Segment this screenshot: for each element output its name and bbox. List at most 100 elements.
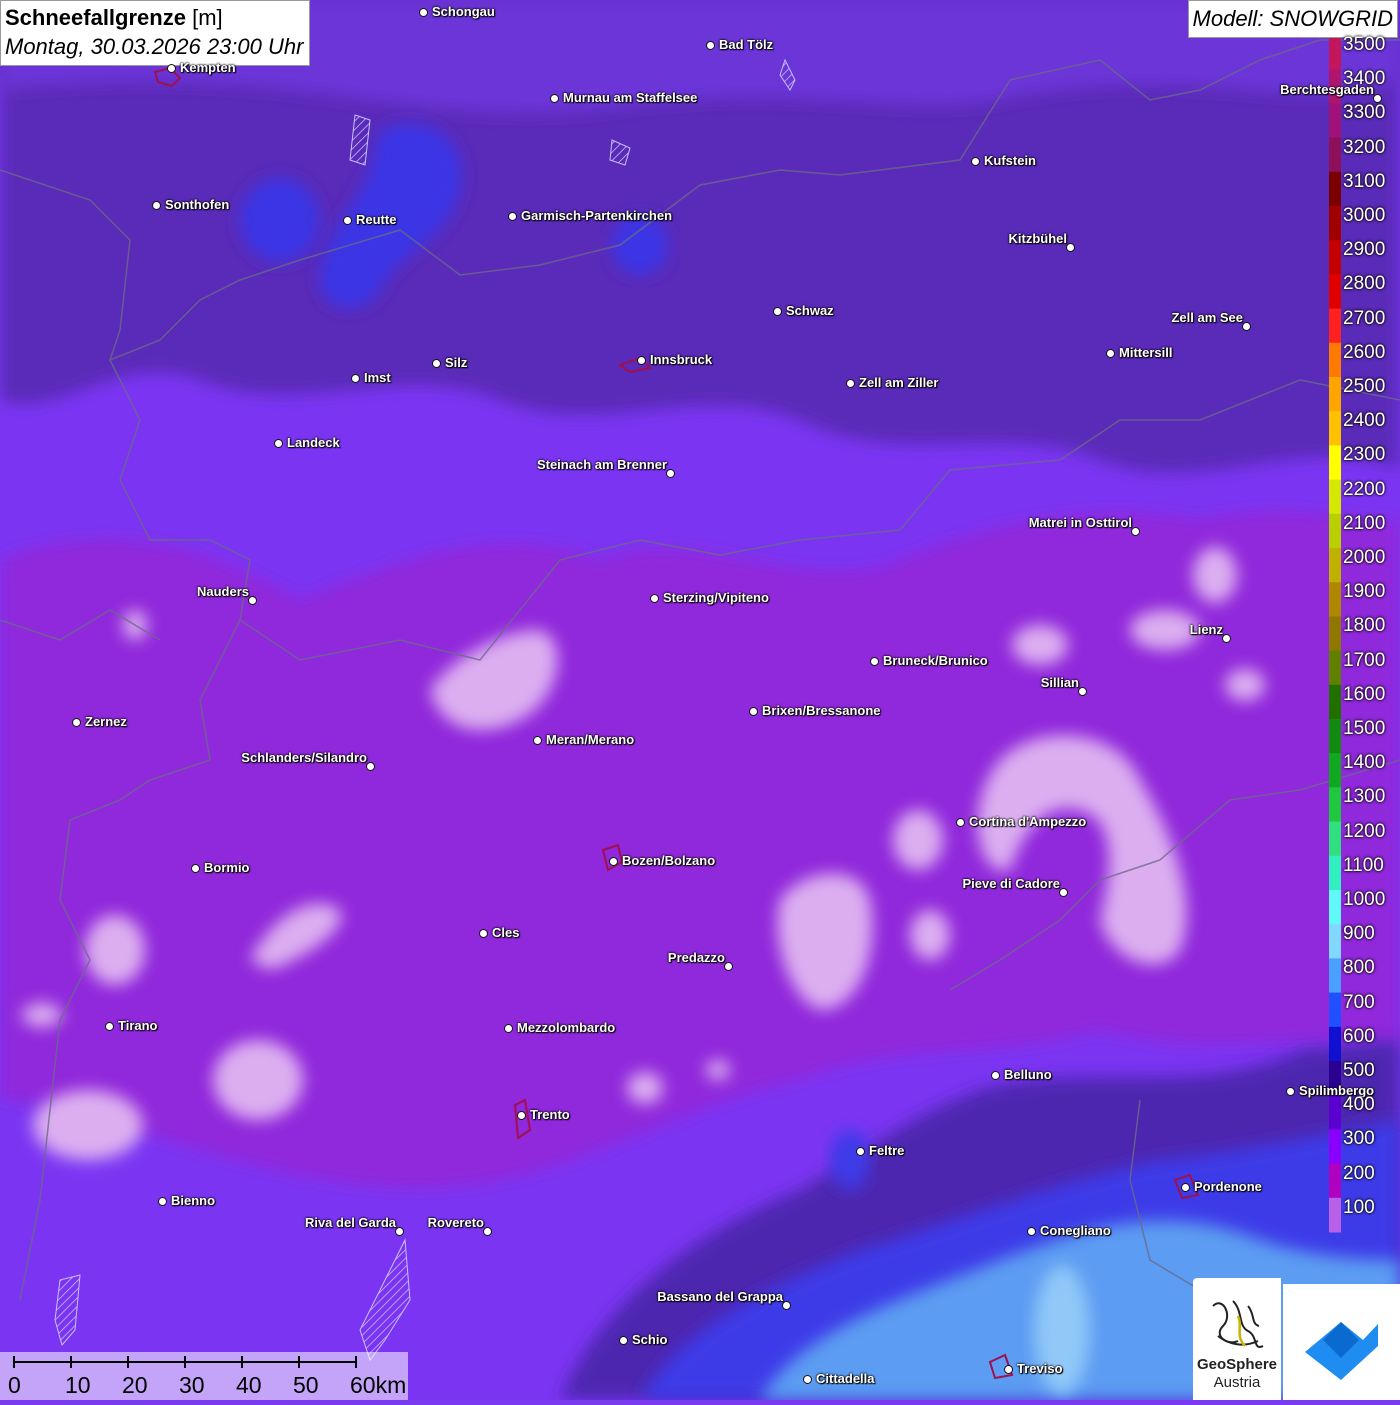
place-label: Reutte <box>356 212 397 227</box>
place-label: Zernez <box>85 714 127 729</box>
legend-swatch <box>1329 137 1341 173</box>
place-marker <box>504 1024 513 1033</box>
place-marker <box>1181 1183 1190 1192</box>
legend-swatch <box>1329 753 1341 788</box>
place-marker <box>483 1227 492 1236</box>
legend-label: 900 <box>1343 923 1375 945</box>
legend-label: 1200 <box>1343 820 1386 842</box>
place-label: Garmisch-Partenkirchen <box>521 208 673 223</box>
place-marker <box>803 1375 812 1384</box>
legend-label: 1300 <box>1343 786 1386 808</box>
place-label: Schongau <box>432 4 495 19</box>
legend-swatch <box>1329 377 1341 412</box>
legend-swatch <box>1329 274 1341 310</box>
legend-swatch <box>1329 855 1341 891</box>
place-label: Mezzolombardo <box>517 1020 616 1035</box>
legend-swatch <box>1329 1163 1341 1199</box>
place-label: Zell am Ziller <box>859 375 939 390</box>
scale-label: 60km <box>350 1372 407 1398</box>
legend-swatch <box>1329 1129 1341 1165</box>
place-marker <box>274 439 283 448</box>
place-marker <box>533 736 542 745</box>
legend-swatch <box>1329 650 1341 686</box>
legend-swatch <box>1329 240 1341 275</box>
place-label: Murnau am Staffelsee <box>563 90 698 105</box>
legend-swatch <box>1329 1197 1341 1233</box>
app-logo <box>1283 1284 1400 1400</box>
place-marker <box>167 64 176 73</box>
scale-label: 20 <box>122 1372 148 1398</box>
legend-label: 600 <box>1343 1025 1375 1047</box>
legend-swatch <box>1329 958 1341 994</box>
legend-swatch <box>1329 411 1341 446</box>
place-marker <box>508 212 517 221</box>
legend-label: 500 <box>1343 1060 1375 1081</box>
place-label: Silz <box>445 355 468 370</box>
legend-label: 2300 <box>1343 444 1386 466</box>
place-marker <box>991 1071 1000 1080</box>
place-marker <box>650 594 659 603</box>
place-marker <box>395 1227 404 1236</box>
place-marker <box>1078 687 1087 696</box>
legend-label: 100 <box>1343 1196 1375 1218</box>
place-label: Matrei in Osttirol <box>1028 515 1132 530</box>
place-label: Schwaz <box>786 303 834 318</box>
scale-label: 0 <box>8 1372 21 1398</box>
legend-swatch <box>1329 308 1341 344</box>
place-label: Trento <box>530 1107 570 1122</box>
place-marker <box>956 818 965 827</box>
place-label: Schlanders/Silandro <box>241 750 367 765</box>
place-marker <box>152 201 161 210</box>
legend-label: 3400 <box>1343 68 1386 90</box>
scale-bar: 0 10 20 30 40 50 60km <box>0 1352 408 1400</box>
legend-swatch <box>1329 342 1341 378</box>
place-marker <box>158 1197 167 1206</box>
place-marker <box>550 94 559 103</box>
legend-label: 2000 <box>1343 547 1386 568</box>
legend-swatch <box>1329 35 1341 70</box>
legend-label: 2900 <box>1343 239 1386 261</box>
place-label: Kempten <box>180 60 236 75</box>
place-marker <box>105 1022 114 1031</box>
place-label: Conegliano <box>1040 1223 1111 1238</box>
place-label: Schio <box>632 1332 668 1347</box>
legend-label: 1100 <box>1343 854 1384 876</box>
scale-label: 40 <box>236 1372 262 1398</box>
geosphere-country: Austria <box>1213 1374 1261 1391</box>
place-marker <box>1066 243 1075 252</box>
map-datetime: Montag, 30.03.2026 23:00 Uhr <box>5 34 304 59</box>
legend-label: 1900 <box>1343 581 1386 603</box>
legend-label: 2600 <box>1343 341 1386 363</box>
place-label: Bad Tölz <box>719 37 774 52</box>
place-marker <box>609 857 618 866</box>
legend-label: 2200 <box>1343 478 1386 500</box>
legend-label: 1500 <box>1343 718 1386 739</box>
legend-swatch <box>1329 1026 1341 1062</box>
app-mark-icon <box>1305 1322 1378 1380</box>
scale-label: 10 <box>65 1372 91 1398</box>
place-marker <box>1242 322 1251 331</box>
place-marker <box>637 356 646 365</box>
place-marker <box>1222 634 1231 643</box>
legend-label: 200 <box>1343 1162 1375 1184</box>
legend-swatch <box>1329 787 1341 823</box>
place-label: Lienz <box>1189 622 1223 637</box>
place-marker <box>419 8 428 17</box>
place-label: Cittadella <box>816 1371 875 1386</box>
legend-swatch <box>1329 924 1341 959</box>
legend-label: 1000 <box>1343 889 1386 910</box>
legend-swatch <box>1329 479 1341 515</box>
place-marker <box>1131 527 1140 536</box>
title-box: Schneefallgrenze [m] Montag, 30.03.2026 … <box>0 0 311 66</box>
place-marker <box>856 1147 865 1156</box>
scale-label: 50 <box>293 1372 319 1398</box>
place-label: Bormio <box>204 860 250 875</box>
place-label: Bienno <box>171 1193 216 1208</box>
place-marker <box>666 469 675 478</box>
place-marker <box>773 307 782 316</box>
place-marker <box>971 157 980 166</box>
place-marker <box>724 962 733 971</box>
place-marker <box>479 929 488 938</box>
legend-label: 400 <box>1343 1094 1375 1116</box>
place-label: Bozen/Bolzano <box>622 853 716 868</box>
